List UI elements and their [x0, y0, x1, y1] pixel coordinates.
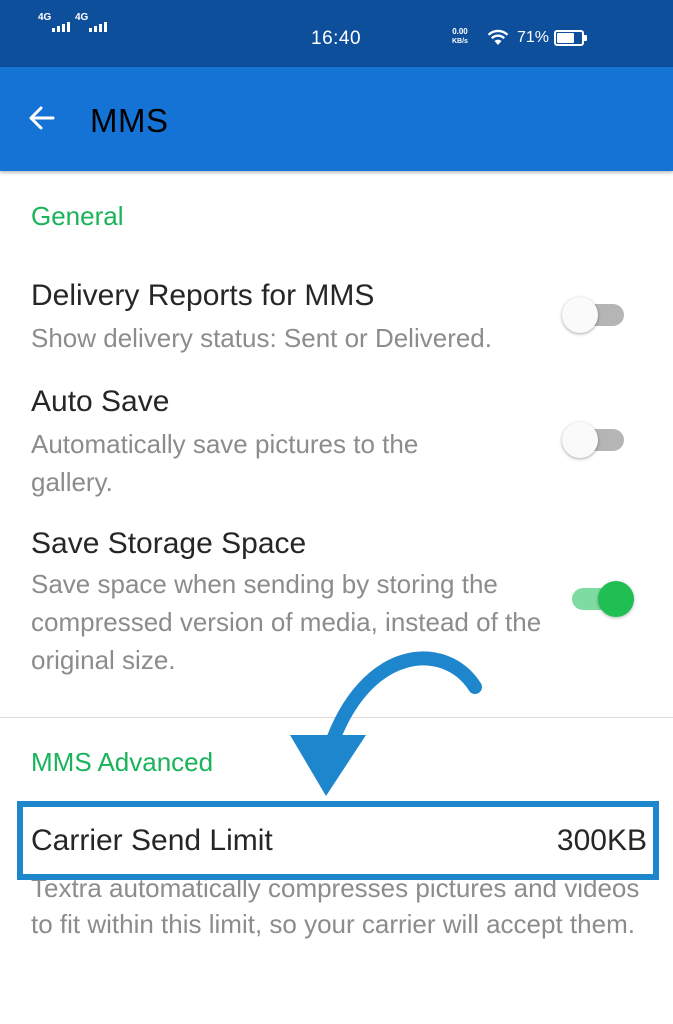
- annotation-arrow-icon: [290, 651, 482, 796]
- section-header-general: General: [31, 201, 124, 231]
- setting-summary: Show delivery status: Sent or Delivered.: [31, 323, 492, 353]
- status-time: 16:40: [311, 28, 362, 49]
- signal-2-network-label: 4G: [75, 12, 89, 23]
- battery-fill: [557, 33, 574, 43]
- signal-2-icon: 4G: [75, 13, 108, 32]
- signal-1-icon: 4G: [38, 13, 71, 32]
- toggle-thumb: [562, 422, 598, 458]
- battery-percent: 71%: [517, 29, 550, 46]
- setting-title: Delivery Reports for MMS: [31, 279, 375, 312]
- status-bar: 4G 4G 16:40 0.00 KB/s 71%: [0, 0, 673, 67]
- carrier-send-limit-row[interactable]: Carrier Send Limit 300KB: [17, 801, 659, 880]
- setting-title: Save Storage Space: [31, 527, 307, 560]
- setting-summary: Automatically save pictures to the galle…: [31, 429, 419, 497]
- auto-save-toggle[interactable]: [562, 419, 628, 459]
- wifi-icon: [487, 29, 509, 45]
- save-storage-space-toggle[interactable]: [568, 578, 634, 618]
- signal-1-network-label: 4G: [38, 12, 52, 23]
- section-header-mms-advanced: MMS Advanced: [31, 747, 214, 777]
- network-speed-unit: KB/s: [452, 38, 468, 45]
- page-title: MMS: [90, 102, 169, 139]
- arrow-left-icon[interactable]: [28, 104, 56, 132]
- battery-icon: [554, 30, 587, 46]
- carrier-send-limit-label: Carrier Send Limit: [31, 824, 273, 857]
- setting-title: Auto Save: [31, 385, 170, 418]
- carrier-send-limit-value: 300KB: [556, 824, 647, 857]
- delivery-reports-toggle[interactable]: [562, 294, 628, 334]
- network-speed-value: 0.00: [452, 27, 468, 36]
- carrier-limit-summary: Textra automatically compresses pictures…: [31, 873, 640, 939]
- toggle-thumb: [598, 581, 634, 617]
- network-speed: 0.00 KB/s: [452, 27, 468, 47]
- toggle-thumb: [562, 297, 598, 333]
